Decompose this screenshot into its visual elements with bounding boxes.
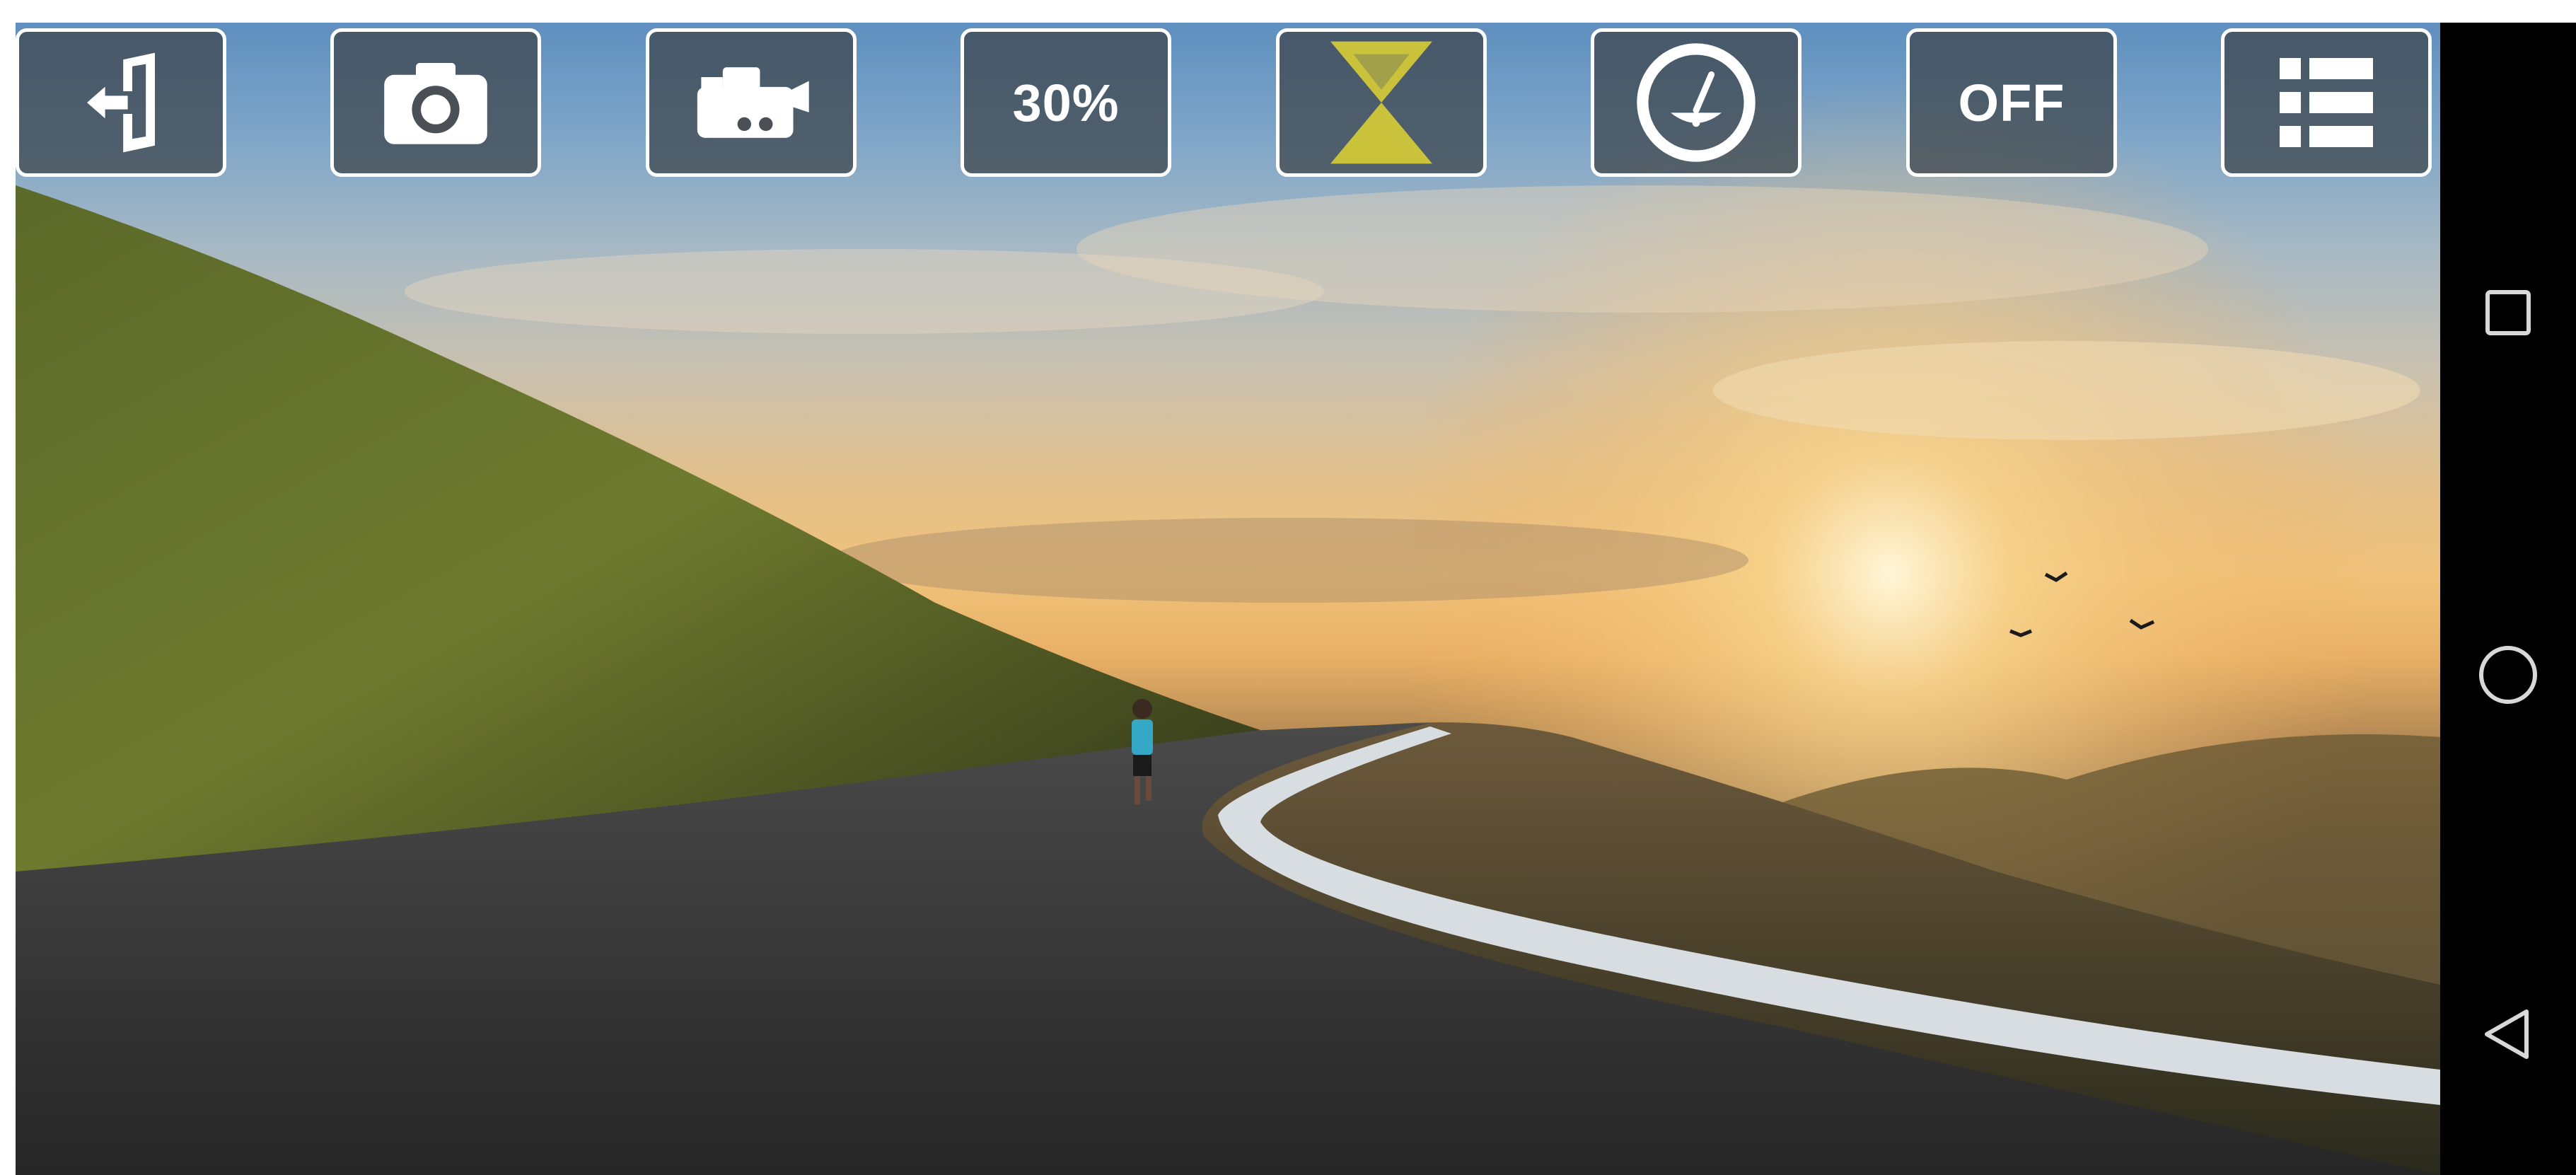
triangle-back-icon xyxy=(2485,1009,2529,1059)
camera-viewfinder[interactable] xyxy=(16,23,2440,1175)
list-menu-icon xyxy=(2280,58,2373,147)
recents-button[interactable] xyxy=(2473,277,2543,348)
viewfinder-scene xyxy=(16,23,2440,1175)
system-navigation-bar xyxy=(2440,23,2576,1175)
circle-home-icon xyxy=(2479,646,2537,704)
back-button[interactable] xyxy=(2473,999,2543,1070)
stabilizer-button[interactable] xyxy=(1591,28,1802,177)
home-button[interactable] xyxy=(2473,639,2543,710)
camera-app-screen: 30% OFF xyxy=(0,0,2576,1175)
photo-mode-button[interactable] xyxy=(330,28,541,177)
exit-button[interactable] xyxy=(16,28,226,177)
hourglass-icon xyxy=(1330,41,1432,164)
quality-label: 30% xyxy=(1012,73,1120,132)
level-gauge-icon xyxy=(1637,43,1756,162)
menu-button[interactable] xyxy=(2221,28,2432,177)
video-mode-button[interactable] xyxy=(646,28,857,177)
video-camera-icon xyxy=(697,67,809,138)
square-recents-icon xyxy=(2485,290,2531,335)
quality-button[interactable]: 30% xyxy=(961,28,1171,177)
flash-toggle-label: OFF xyxy=(1958,73,2065,132)
camera-icon xyxy=(384,63,487,144)
flash-toggle-button[interactable]: OFF xyxy=(1906,28,2117,177)
exit-door-icon xyxy=(87,52,155,153)
timer-button[interactable] xyxy=(1276,28,1487,177)
